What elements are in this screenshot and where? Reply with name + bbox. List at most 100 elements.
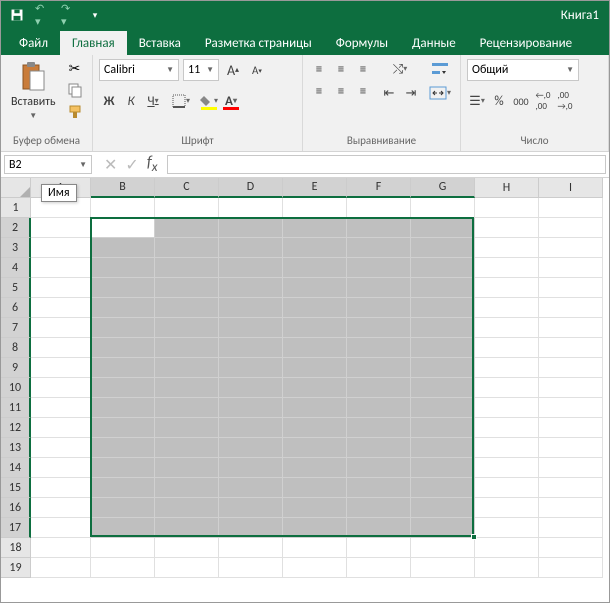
cell[interactable]: [539, 458, 603, 478]
cell[interactable]: [91, 398, 155, 418]
cell[interactable]: [411, 558, 475, 578]
cell[interactable]: [347, 258, 411, 278]
cell[interactable]: [155, 498, 219, 518]
cell[interactable]: [91, 298, 155, 318]
cell[interactable]: [155, 318, 219, 338]
cell[interactable]: [283, 258, 347, 278]
cell[interactable]: [283, 458, 347, 478]
cell[interactable]: [411, 478, 475, 498]
font-color-button[interactable]: A ▾: [221, 91, 241, 111]
cell[interactable]: [475, 238, 539, 258]
cell[interactable]: [411, 278, 475, 298]
cell[interactable]: [155, 458, 219, 478]
redo-icon[interactable]: ↷ ▾: [61, 7, 77, 23]
cell[interactable]: [411, 518, 475, 538]
cell[interactable]: [283, 498, 347, 518]
cell[interactable]: [31, 318, 91, 338]
cell[interactable]: [539, 518, 603, 538]
tab-review[interactable]: Рецензирование: [468, 31, 584, 55]
cell[interactable]: [283, 438, 347, 458]
cell[interactable]: [91, 518, 155, 538]
cell[interactable]: [91, 438, 155, 458]
column-header[interactable]: F: [347, 178, 411, 198]
cell[interactable]: [347, 358, 411, 378]
cell[interactable]: [283, 398, 347, 418]
cell[interactable]: [155, 478, 219, 498]
cell[interactable]: [91, 498, 155, 518]
cell[interactable]: [283, 238, 347, 258]
cell[interactable]: [31, 298, 91, 318]
row-header[interactable]: 1: [1, 198, 31, 218]
decrease-font-icon[interactable]: A▾: [247, 60, 267, 80]
cell[interactable]: [539, 478, 603, 498]
cell[interactable]: [155, 518, 219, 538]
cell[interactable]: [219, 198, 283, 218]
italic-button[interactable]: К: [121, 91, 141, 111]
cell[interactable]: [475, 418, 539, 438]
row-header[interactable]: 12: [1, 418, 31, 438]
cell[interactable]: [219, 278, 283, 298]
cell[interactable]: [91, 378, 155, 398]
cell[interactable]: [347, 318, 411, 338]
cell[interactable]: [155, 538, 219, 558]
cell[interactable]: [411, 538, 475, 558]
cell[interactable]: [155, 218, 219, 238]
cell[interactable]: [155, 278, 219, 298]
cell[interactable]: [91, 338, 155, 358]
cell[interactable]: [31, 378, 91, 398]
cell[interactable]: [91, 558, 155, 578]
cell[interactable]: [475, 458, 539, 478]
cell[interactable]: [475, 198, 539, 218]
cell[interactable]: [475, 518, 539, 538]
cell[interactable]: [283, 478, 347, 498]
cell[interactable]: [411, 198, 475, 218]
cell[interactable]: [475, 438, 539, 458]
cell[interactable]: [347, 558, 411, 578]
cell[interactable]: [411, 258, 475, 278]
cell[interactable]: [347, 398, 411, 418]
cell[interactable]: [219, 318, 283, 338]
tab-page-layout[interactable]: Разметка страницы: [193, 31, 324, 55]
column-header[interactable]: B: [91, 178, 155, 198]
row-header[interactable]: 15: [1, 478, 31, 498]
increase-indent-icon[interactable]: ⇥: [401, 83, 421, 103]
cell[interactable]: [283, 418, 347, 438]
undo-icon[interactable]: ↶ ▾: [35, 7, 51, 23]
cell[interactable]: [475, 318, 539, 338]
cell[interactable]: [411, 378, 475, 398]
cell[interactable]: [283, 298, 347, 318]
cell[interactable]: [475, 378, 539, 398]
row-header[interactable]: 14: [1, 458, 31, 478]
cell[interactable]: [31, 478, 91, 498]
row-header[interactable]: 16: [1, 498, 31, 518]
wrap-text-icon[interactable]: [427, 59, 453, 79]
align-right-icon[interactable]: ≡: [353, 81, 373, 101]
cell[interactable]: [219, 518, 283, 538]
cell[interactable]: [475, 538, 539, 558]
cell[interactable]: [411, 298, 475, 318]
cell[interactable]: [155, 238, 219, 258]
cell[interactable]: [155, 258, 219, 278]
cell[interactable]: [347, 518, 411, 538]
cell[interactable]: [283, 558, 347, 578]
cell[interactable]: [155, 378, 219, 398]
row-header[interactable]: 19: [1, 558, 31, 578]
cell[interactable]: [91, 238, 155, 258]
cell[interactable]: [283, 358, 347, 378]
cell[interactable]: [91, 458, 155, 478]
cell[interactable]: [91, 278, 155, 298]
cell[interactable]: [539, 318, 603, 338]
column-header[interactable]: H: [475, 178, 539, 198]
cell[interactable]: [347, 378, 411, 398]
qat-customize-icon[interactable]: ▾: [87, 7, 103, 23]
cell[interactable]: [219, 538, 283, 558]
row-header[interactable]: 6: [1, 298, 31, 318]
cell[interactable]: [91, 198, 155, 218]
increase-font-icon[interactable]: A▴: [223, 60, 243, 80]
cancel-formula-icon[interactable]: ✕: [104, 155, 117, 175]
cell[interactable]: [411, 318, 475, 338]
cell[interactable]: [91, 538, 155, 558]
cell[interactable]: [475, 298, 539, 318]
cell[interactable]: [155, 358, 219, 378]
bold-button[interactable]: Ж: [99, 91, 119, 111]
